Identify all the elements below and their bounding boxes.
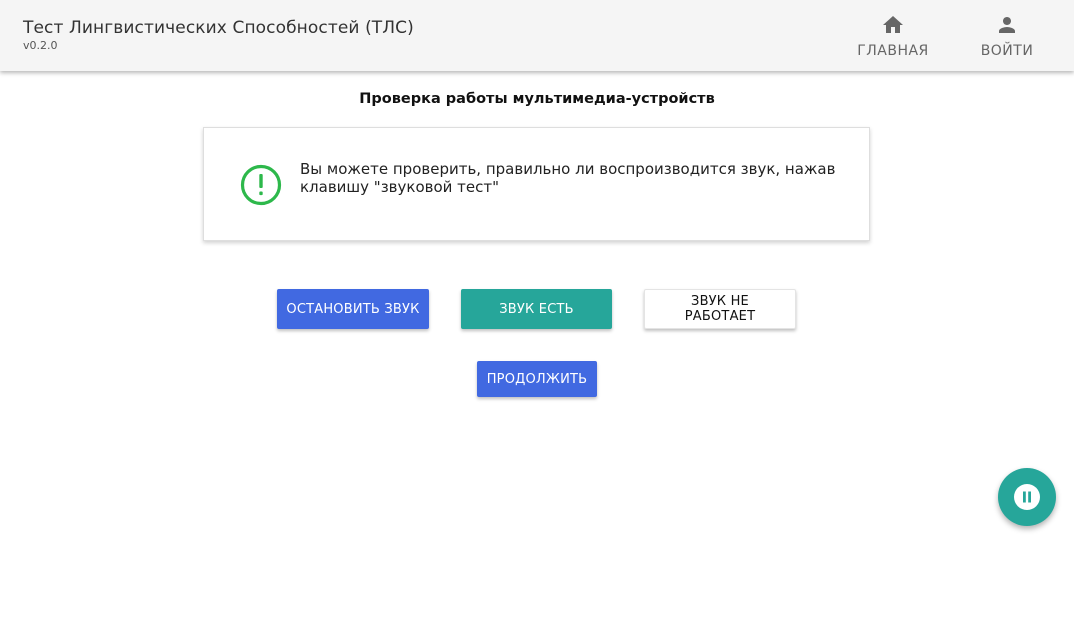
info-card: Вы можете проверить, правильно ли воспро… [203, 127, 870, 241]
app-root: Тест Лингвистических Способностей (ТЛС) … [0, 0, 1074, 644]
brand: Тест Лингвистических Способностей (ТЛС) … [23, 18, 414, 52]
nav-home-label: ГЛАВНАЯ [857, 43, 929, 59]
page-title: Проверка работы мультимедиа-устройств [359, 91, 715, 107]
nav-home[interactable]: ГЛАВНАЯ [838, 0, 948, 71]
nav-login[interactable]: ВОЙТИ [952, 0, 1062, 71]
pause-icon [1014, 484, 1040, 510]
nav-login-label: ВОЙТИ [980, 43, 1034, 59]
continue-button[interactable]: ПРОДОЛЖИТЬ [477, 361, 597, 397]
app-header: Тест Лингвистических Способностей (ТЛС) … [0, 0, 1074, 71]
top-nav: ГЛАВНАЯ ВОЙТИ [838, 0, 1074, 71]
stop-sound-label: ОСТАНОВИТЬ ЗВУК [286, 301, 420, 317]
alert-circle-icon [240, 164, 282, 206]
home-icon [883, 16, 903, 33]
app-version: v0.2.0 [23, 39, 58, 52]
continue-label: ПРОДОЛЖИТЬ [486, 371, 588, 387]
sound-ok-button[interactable]: ЗВУК ЕСТЬ [461, 289, 612, 329]
info-text: Вы можете проверить, правильно ли воспро… [300, 160, 836, 196]
person-icon [999, 17, 1015, 33]
app-title: Тест Лингвистических Способностей (ТЛС) [23, 18, 414, 38]
stop-sound-button[interactable]: ОСТАНОВИТЬ ЗВУК [277, 289, 429, 329]
sound-not-working-button[interactable]: ЗВУК НЕ РАБОТАЕТ [644, 289, 796, 329]
sound-not-working-label: ЗВУК НЕ РАБОТАЕТ [684, 294, 756, 324]
pause-fab-button[interactable] [998, 468, 1056, 526]
sound-ok-label: ЗВУК ЕСТЬ [499, 301, 574, 317]
